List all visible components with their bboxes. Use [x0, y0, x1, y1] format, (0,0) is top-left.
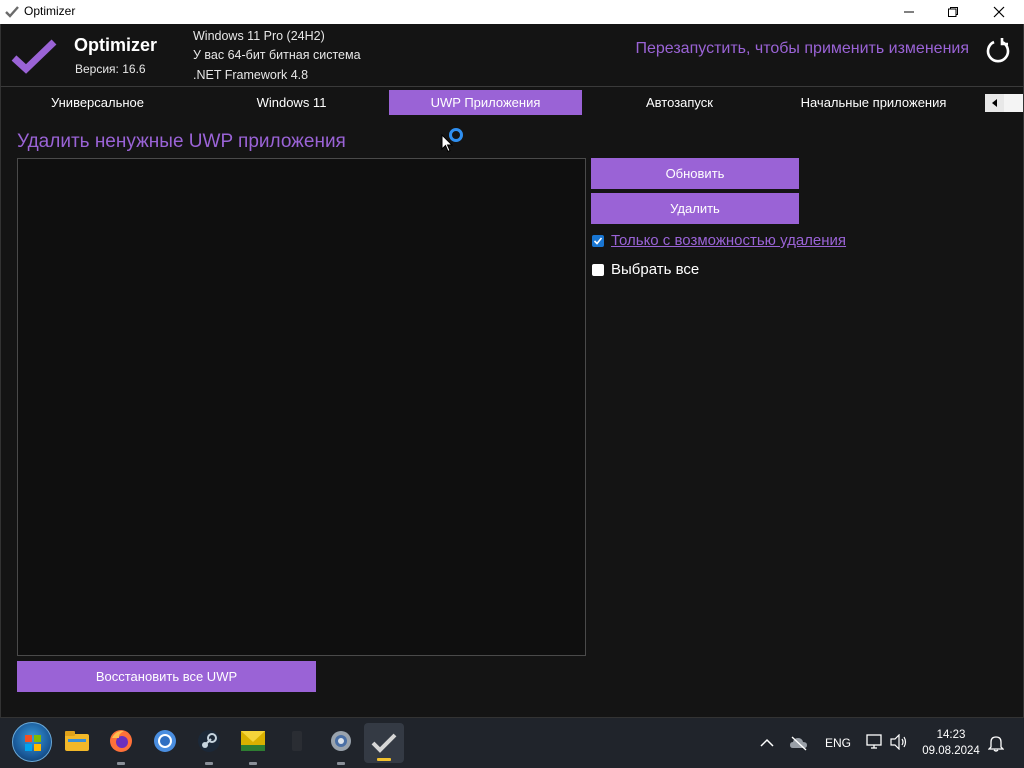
window-titlebar: Optimizer: [0, 0, 1024, 24]
checkbox-unchecked-icon: [592, 263, 604, 276]
app-icon[interactable]: [284, 728, 310, 754]
optimizer-app-icon: [5, 6, 19, 18]
window-title: Optimizer: [24, 4, 76, 18]
volume-icon[interactable]: [890, 734, 908, 750]
only-removable-label[interactable]: Только с возможностью удаления: [611, 232, 846, 249]
section-title: Удалить ненужные UWP приложения: [17, 131, 346, 152]
tab-uwp-apps[interactable]: UWP Приложения: [389, 90, 582, 115]
tab-bar: Универсальное Windows 11 UWP Приложения …: [0, 86, 1024, 116]
restart-link[interactable]: Перезапустить, чтобы применить изменения: [636, 40, 970, 58]
mail-icon[interactable]: [240, 728, 266, 754]
refresh-button[interactable]: Обновить: [591, 158, 799, 189]
taskbar: ENG 14:23 09.08.2024: [0, 718, 1024, 768]
uwp-panel: Удалить ненужные UWP приложения Обновить…: [0, 116, 1024, 718]
optimizer-active-indicator: [377, 758, 391, 761]
delete-button[interactable]: Удалить: [591, 193, 799, 224]
cloud-offline-icon[interactable]: [789, 735, 809, 751]
chevron-up-icon[interactable]: [760, 738, 774, 748]
loading-spinner-icon: [449, 128, 463, 142]
tab-startup-apps[interactable]: Начальные приложения: [777, 90, 970, 115]
firefox-running-indicator: [117, 762, 125, 765]
optimizer-taskbar-button[interactable]: [364, 723, 404, 763]
minimize-icon: [904, 11, 914, 13]
explorer-icon[interactable]: [64, 728, 90, 754]
select-all-label: Выбрать все: [611, 261, 700, 278]
steam-running-indicator: [205, 762, 213, 765]
restore-icon: [948, 7, 958, 17]
app-version: Версия: 16.6: [75, 62, 146, 76]
uwp-app-list[interactable]: [17, 158, 586, 656]
start-orb-icon[interactable]: [12, 722, 52, 762]
restore-button[interactable]: [930, 0, 976, 24]
optimizer-icon: [371, 733, 397, 753]
language-indicator[interactable]: ENG: [825, 718, 851, 768]
tab-autostart[interactable]: Автозапуск: [583, 90, 776, 115]
steam-icon[interactable]: [196, 728, 222, 754]
notification-bell-icon[interactable]: [988, 734, 1004, 752]
triangle-left-icon: [991, 99, 997, 107]
arch-info: У вас 64-бит битная система: [193, 48, 361, 62]
optimizer-logo-icon: [11, 39, 57, 74]
settings-icon[interactable]: [328, 728, 354, 754]
tab-scroll-right-button[interactable]: [1004, 94, 1023, 112]
close-button[interactable]: [976, 0, 1022, 24]
close-icon: [993, 6, 1005, 18]
tab-universal[interactable]: Универсальное: [1, 90, 194, 115]
restart-icon[interactable]: [984, 37, 1012, 65]
only-removable-checkbox[interactable]: Только с возможностью удаления: [592, 232, 846, 249]
tab-scroll-left-button[interactable]: [985, 94, 1004, 112]
app-name: Optimizer: [74, 35, 158, 55]
settings-running-indicator: [337, 762, 345, 765]
checkbox-checked-icon: [592, 234, 604, 247]
framework-info: .NET Framework 4.8: [193, 68, 309, 82]
network-icon[interactable]: [866, 734, 884, 750]
tab-windows11[interactable]: Windows 11: [195, 90, 388, 115]
tab-scroller: [985, 94, 1023, 112]
clock-time: 14:23: [936, 729, 966, 741]
firefox-icon[interactable]: [108, 728, 134, 754]
select-all-checkbox[interactable]: Выбрать все: [592, 261, 699, 278]
app-header: Optimizer Версия: 16.6 Windows 11 Pro (2…: [0, 24, 1024, 86]
clock-date: 09.08.2024: [922, 745, 980, 757]
taskbar-clock[interactable]: 14:23 09.08.2024: [918, 727, 984, 759]
minimize-button[interactable]: [886, 0, 932, 24]
os-info: Windows 11 Pro (24H2): [193, 29, 325, 43]
restore-all-uwp-button[interactable]: Восстановить все UWP: [17, 661, 316, 692]
chrome-icon[interactable]: [152, 728, 178, 754]
mail-running-indicator: [249, 762, 257, 765]
